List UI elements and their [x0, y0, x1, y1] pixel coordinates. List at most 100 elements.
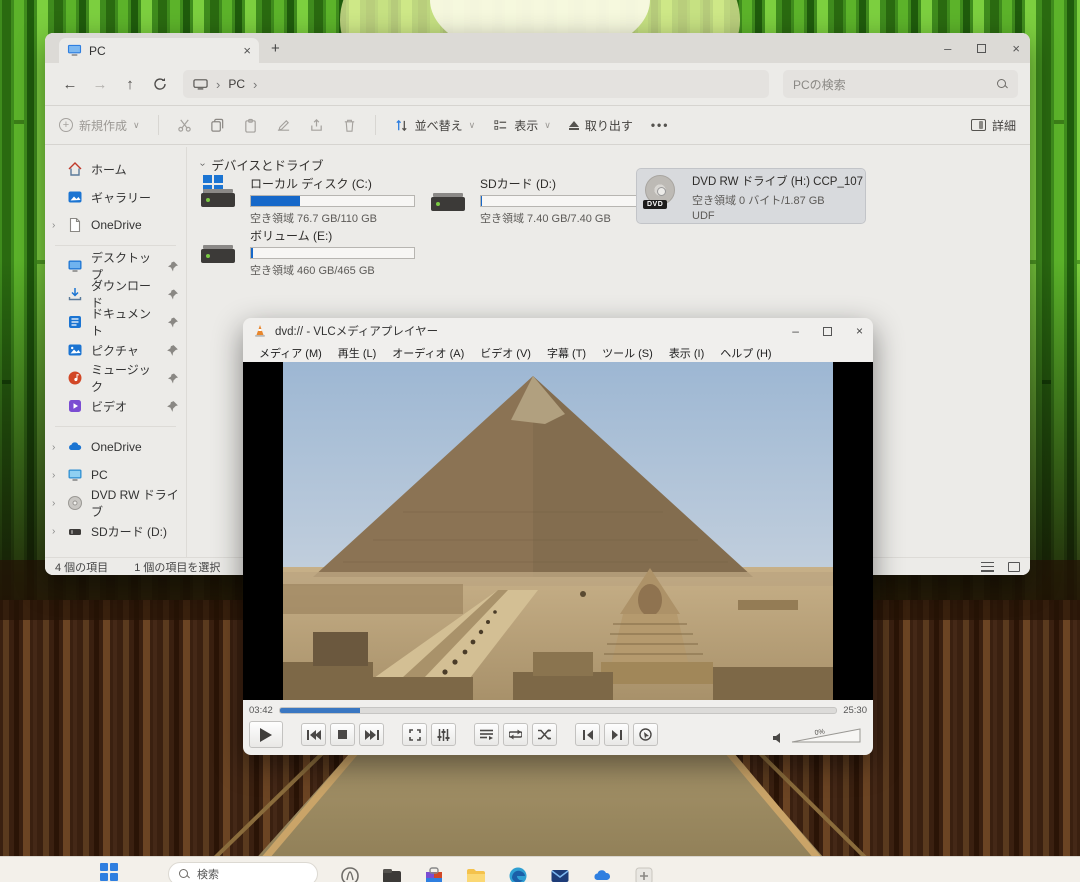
- this-pc-icon: [193, 77, 208, 92]
- copilot-icon[interactable]: [340, 866, 360, 882]
- play-button[interactable]: [249, 721, 283, 748]
- drive-name: ローカル ディスク (C:): [250, 175, 415, 192]
- sidebar-item-home[interactable]: ホーム: [45, 155, 186, 183]
- vlc-close-button[interactable]: ×: [856, 324, 863, 338]
- dvd-menu-icon: [639, 728, 652, 741]
- edge-icon[interactable]: [508, 866, 528, 882]
- pinned-app-icon[interactable]: [634, 866, 654, 882]
- sidebar-item-downloads[interactable]: ダウンロード: [45, 280, 186, 308]
- extended-settings-button[interactable]: [431, 723, 456, 746]
- view-label: 表示: [514, 117, 538, 134]
- dvd-menu-button[interactable]: [633, 723, 658, 746]
- vlc-cone-icon: [253, 324, 267, 338]
- item-count: 4 個の項目: [55, 559, 108, 575]
- store-icon[interactable]: [424, 866, 444, 882]
- previous-button[interactable]: [301, 723, 326, 746]
- menu-subtitle[interactable]: 字幕 (T): [539, 345, 594, 361]
- loop-button[interactable]: [503, 723, 528, 746]
- forward-button[interactable]: →: [87, 71, 113, 97]
- capacity-bar: [250, 195, 415, 207]
- sidebar-label: PC: [91, 468, 108, 482]
- copy-icon[interactable]: [210, 118, 225, 133]
- vlc-window: dvd:// - VLCメディアプレイヤー – × メディア (M) 再生 (L…: [243, 318, 873, 755]
- new-button[interactable]: + 新規作成 ∨: [59, 117, 140, 134]
- vlc-minimize-button[interactable]: –: [792, 324, 799, 338]
- drive-tile-dvd-selected[interactable]: DVD DVD RW ドライブ (H:) CCP_107 空き領域 0 バイト/…: [637, 169, 865, 223]
- fullscreen-button[interactable]: [402, 723, 427, 746]
- next-frame-button[interactable]: [604, 723, 629, 746]
- menu-audio[interactable]: オーディオ (A): [384, 345, 472, 361]
- start-button[interactable]: [100, 863, 118, 881]
- drive-tile-volume-e[interactable]: ボリューム (E:) 空き領域 460 GB/465 GB: [195, 223, 421, 282]
- view-button[interactable]: 表示 ∨: [493, 117, 551, 134]
- menu-help[interactable]: ヘルプ (H): [712, 345, 779, 361]
- search-box[interactable]: PCの検索: [783, 70, 1018, 98]
- sidebar-item-onedrive-top[interactable]: › OneDrive: [45, 211, 186, 239]
- breadcrumb-pc[interactable]: PC: [228, 77, 245, 91]
- explorer-minimize-button[interactable]: –: [944, 41, 951, 56]
- paste-icon[interactable]: [243, 118, 258, 133]
- volume-slider[interactable]: 0%: [791, 726, 863, 744]
- tab-close-icon[interactable]: ×: [243, 43, 251, 58]
- sidebar-label: SDカード (D:): [91, 523, 167, 540]
- details-toggle-button[interactable]: 詳細: [971, 117, 1016, 134]
- menu-video[interactable]: ビデオ (V): [472, 345, 539, 361]
- drive-filesystem: UDF: [692, 210, 863, 222]
- sidebar-label: ギャラリー: [91, 189, 151, 206]
- sidebar-label: ドキュメント: [91, 305, 158, 339]
- vlc-window-title: dvd:// - VLCメディアプレイヤー: [275, 323, 438, 339]
- vlc-video-area[interactable]: [243, 362, 873, 700]
- playlist-button[interactable]: [474, 723, 499, 746]
- sidebar-item-gallery[interactable]: ギャラリー: [45, 183, 186, 211]
- sidebar-item-documents[interactable]: ドキュメント: [45, 308, 186, 336]
- vlc-menu-bar: メディア (M) 再生 (L) オーディオ (A) ビデオ (V) 字幕 (T)…: [243, 344, 873, 362]
- sidebar-item-sd-card[interactable]: › SDカード (D:): [45, 517, 186, 545]
- rename-icon[interactable]: [276, 118, 291, 133]
- sidebar-item-music[interactable]: ミュージック: [45, 364, 186, 392]
- explorer-maximize-button[interactable]: [977, 44, 986, 53]
- menu-tools[interactable]: ツール (S): [594, 345, 661, 361]
- menu-media[interactable]: メディア (M): [251, 345, 330, 361]
- up-button[interactable]: ↑: [117, 71, 143, 97]
- stop-button[interactable]: [330, 723, 355, 746]
- sort-icon: [394, 118, 409, 133]
- eject-label: 取り出す: [585, 117, 633, 134]
- sidebar-item-desktop[interactable]: デスクトップ: [45, 252, 186, 280]
- shuffle-button[interactable]: [532, 723, 557, 746]
- explorer-close-button[interactable]: ×: [1012, 41, 1020, 56]
- delete-icon[interactable]: [342, 118, 357, 133]
- sidebar-item-pictures[interactable]: ピクチャ: [45, 336, 186, 364]
- new-tab-button[interactable]: +: [271, 40, 280, 57]
- address-bar[interactable]: › PC ›: [183, 70, 769, 98]
- drive-tile-sd-card[interactable]: SDカード (D:) 空き領域 7.40 GB/7.40 GB: [425, 171, 651, 230]
- menu-view[interactable]: 表示 (I): [661, 345, 712, 361]
- vlc-maximize-button[interactable]: [823, 327, 832, 336]
- file-explorer-taskbar-icon[interactable]: [382, 866, 402, 882]
- refresh-button[interactable]: [147, 71, 173, 97]
- drive-tile-local-disk-c[interactable]: ローカル ディスク (C:) 空き領域 76.7 GB/110 GB: [195, 171, 421, 230]
- sidebar-item-pc[interactable]: › PC: [45, 461, 186, 489]
- cut-icon[interactable]: [177, 118, 192, 133]
- seek-bar[interactable]: [279, 707, 837, 714]
- previous-frame-button[interactable]: [575, 723, 600, 746]
- next-button[interactable]: [359, 723, 384, 746]
- sidebar-item-dvd-drive[interactable]: › DVD RW ドライブ: [45, 489, 186, 517]
- back-button[interactable]: ←: [57, 71, 83, 97]
- sidebar-item-videos[interactable]: ビデオ: [45, 392, 186, 420]
- mail-icon[interactable]: [550, 866, 570, 882]
- share-icon[interactable]: [309, 118, 324, 133]
- eject-button[interactable]: 取り出す: [569, 117, 633, 134]
- thumbnail-view-toggle[interactable]: [1008, 562, 1020, 572]
- explorer-tab-pc[interactable]: PC ×: [59, 38, 259, 63]
- menu-playback[interactable]: 再生 (L): [330, 345, 385, 361]
- more-button[interactable]: •••: [651, 118, 670, 132]
- vlc-title-bar[interactable]: dvd:// - VLCメディアプレイヤー – ×: [243, 318, 873, 344]
- onedrive-taskbar-icon[interactable]: [592, 866, 612, 882]
- list-view-toggle[interactable]: [981, 562, 994, 572]
- capacity-bar: [250, 247, 415, 259]
- folder-icon[interactable]: [466, 866, 486, 882]
- explorer-sidebar: ホーム ギャラリー › OneDrive デスクトップ: [45, 147, 187, 557]
- taskbar-search[interactable]: 検索: [168, 862, 318, 882]
- sidebar-item-onedrive[interactable]: › OneDrive: [45, 433, 186, 461]
- sort-button[interactable]: 並べ替え ∨: [394, 117, 476, 134]
